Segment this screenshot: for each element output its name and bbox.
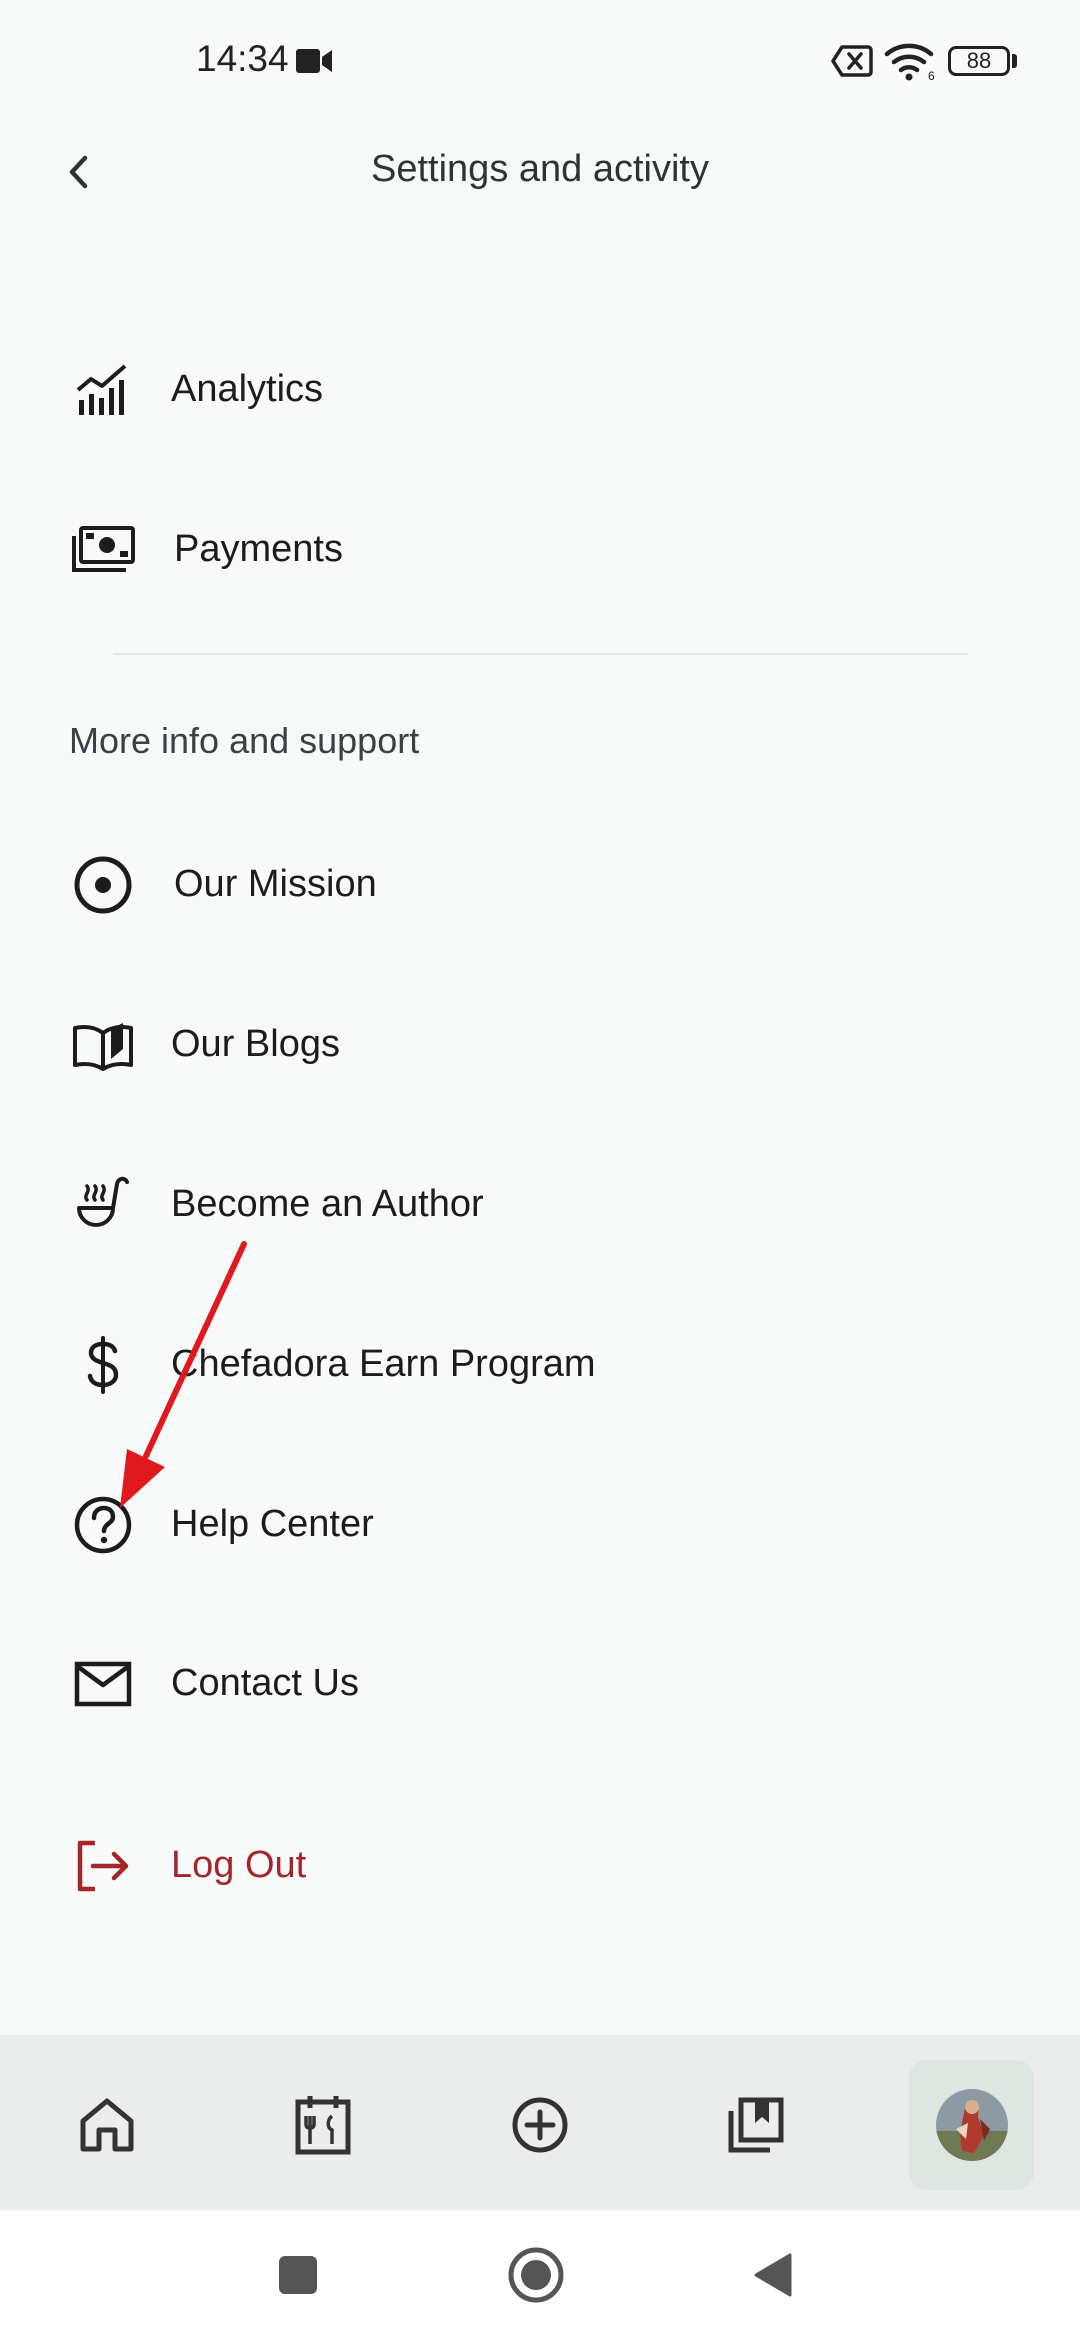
- status-time: 14:34: [196, 38, 289, 79]
- page-title: Settings and activity: [371, 148, 709, 190]
- open-book-icon: [68, 1015, 138, 1075]
- menu-item-help-center[interactable]: Help Center: [0, 1470, 1080, 1580]
- meal-plan-calendar-icon: [295, 2096, 350, 2155]
- sim-off-icon: [831, 45, 873, 77]
- svg-text:6: 6: [928, 69, 935, 82]
- nav-home[interactable]: [44, 2060, 169, 2190]
- saved-collection-icon: [728, 2097, 783, 2153]
- menu-item-label: Chefadora Earn Program: [171, 1343, 596, 1385]
- home-circle-icon: [508, 2247, 564, 2303]
- section-title: More info and support: [69, 720, 420, 761]
- profile-avatar: [935, 2089, 1008, 2161]
- add-circle-icon: [512, 2097, 567, 2153]
- menu-item-become-an-author[interactable]: Become an Author: [0, 1150, 1080, 1260]
- menu-item-label: Our Blogs: [171, 1023, 340, 1065]
- dollar-icon: [68, 1335, 138, 1395]
- menu-item-earn-program[interactable]: Chefadora Earn Program: [0, 1310, 1080, 1420]
- home-icon: [80, 2098, 133, 2152]
- help-circle-icon: [68, 1495, 138, 1555]
- recents-button[interactable]: [268, 2245, 328, 2305]
- mail-icon: [68, 1654, 138, 1714]
- bottom-nav: [0, 2035, 1080, 2210]
- menu-item-label: Analytics: [171, 368, 324, 410]
- menu-item-label: Help Center: [171, 1503, 374, 1545]
- money-icon: [68, 520, 138, 580]
- menu-item-our-mission[interactable]: Our Mission: [0, 830, 1080, 940]
- menu-item-payments[interactable]: Payments: [0, 495, 1080, 605]
- target-icon: [68, 855, 138, 915]
- recents-square-icon: [279, 2256, 317, 2294]
- menu-item-our-blogs[interactable]: Our Blogs: [0, 990, 1080, 1100]
- menu-item-label: Our Mission: [174, 863, 377, 905]
- system-home-button[interactable]: [506, 2245, 566, 2305]
- menu-item-label: Contact Us: [171, 1662, 359, 1704]
- battery-icon: 88: [948, 46, 1010, 76]
- logout-button[interactable]: Log Out: [0, 1811, 1080, 1921]
- analytics-chart-icon: [68, 360, 138, 420]
- battery-level: 88: [966, 48, 992, 73]
- menu-item-analytics[interactable]: Analytics: [0, 335, 1080, 445]
- nav-saved[interactable]: [693, 2060, 818, 2190]
- wifi-icon: 6: [884, 43, 935, 82]
- nav-profile[interactable]: [909, 2060, 1034, 2190]
- menu-item-contact-us[interactable]: Contact Us: [0, 1629, 1080, 1739]
- status-bar: 14:34 6 88: [0, 0, 1080, 126]
- app-header: Settings and activity: [0, 126, 1080, 218]
- menu-item-label: Become an Author: [171, 1183, 484, 1225]
- nav-meal-plan[interactable]: [260, 2060, 385, 2190]
- video-camera-icon: [296, 49, 332, 73]
- nav-add[interactable]: [477, 2060, 602, 2190]
- back-triangle-icon: [754, 2253, 792, 2297]
- logout-label: Log Out: [171, 1844, 307, 1886]
- system-nav: [0, 2210, 1080, 2340]
- soup-ladle-icon: [68, 1175, 138, 1235]
- divider: [113, 653, 968, 655]
- system-back-button[interactable]: [744, 2245, 804, 2305]
- battery-nub: [1012, 54, 1017, 68]
- logout-icon: [68, 1836, 138, 1896]
- menu-item-label: Payments: [174, 528, 343, 570]
